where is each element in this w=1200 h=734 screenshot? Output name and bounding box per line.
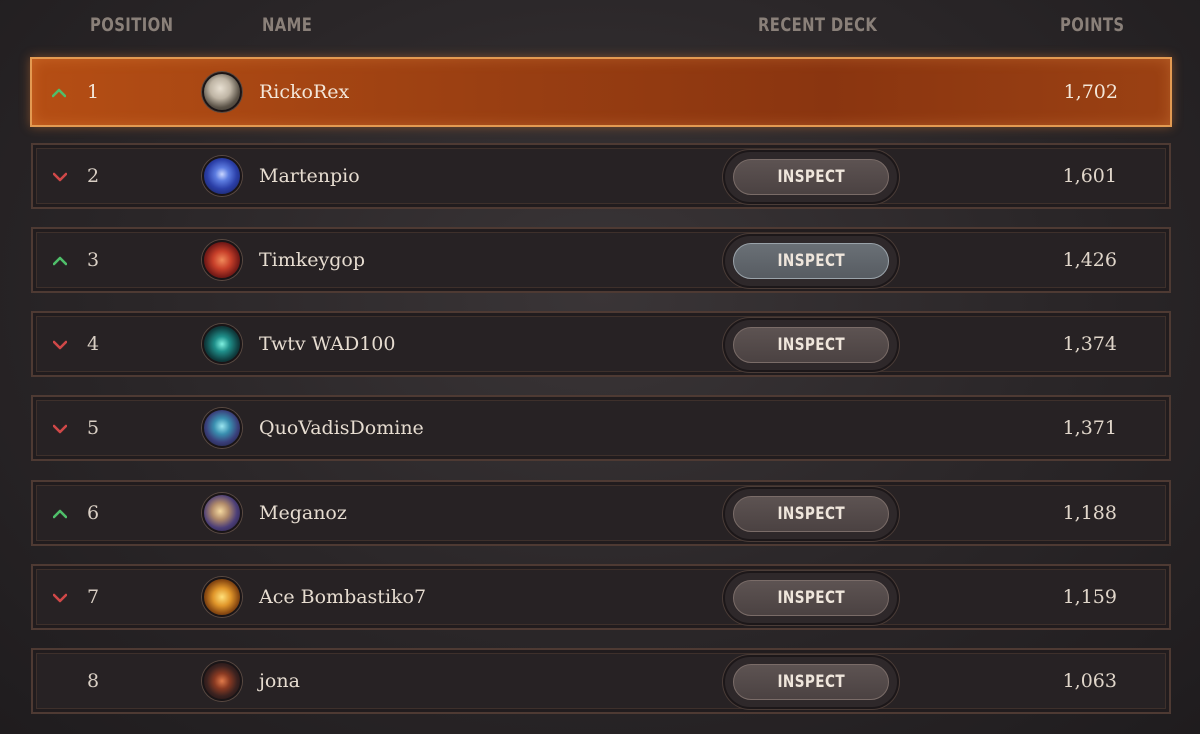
player-name: jona <box>259 670 300 692</box>
leaderboard-header: POSITION NAME RECENT DECK POINTS <box>0 0 1200 52</box>
player-points: 1,159 <box>1062 586 1117 608</box>
rank-down-icon <box>53 340 67 350</box>
teal-spirit-avatar <box>202 324 242 364</box>
inspect-label: INSPECT <box>777 251 845 271</box>
inspect-deck-button-face[interactable]: INSPECT <box>733 580 889 616</box>
leaderboard-row-3: 3 Timkeygop INSPECT 1,426 <box>31 227 1171 293</box>
leaderboard-row-7: 7 Ace Bombastiko7 INSPECT 1,159 <box>31 564 1171 630</box>
inspect-deck-button[interactable]: INSPECT <box>725 489 897 539</box>
rank-down-icon <box>53 593 67 603</box>
player-name: QuoVadisDomine <box>259 417 424 439</box>
inspect-deck-button[interactable]: INSPECT <box>725 657 897 707</box>
leaderboard-row-8: 8 jona INSPECT 1,063 <box>31 648 1171 714</box>
champion-avatar <box>202 493 242 533</box>
leaderboard-row-5: 5 QuoVadisDomine 1,371 <box>31 395 1171 461</box>
rank-up-icon <box>53 256 67 266</box>
player-points: 1,374 <box>1062 333 1117 355</box>
rank-up-icon <box>52 88 66 98</box>
column-header-position: POSITION <box>90 14 174 36</box>
inspect-label: INSPECT <box>777 504 845 524</box>
inspect-deck-button-face[interactable]: INSPECT <box>733 243 889 279</box>
dark-knight-avatar <box>202 661 242 701</box>
ziggs-avatar <box>202 577 242 617</box>
player-points: 1,601 <box>1062 165 1117 187</box>
inspect-label: INSPECT <box>777 672 845 692</box>
player-name: Ace Bombastiko7 <box>259 586 427 608</box>
leaderboard-row-2: 2 Martenpio INSPECT 1,601 <box>31 143 1171 209</box>
player-name: Twtv WAD100 <box>259 333 396 355</box>
inspect-label: INSPECT <box>777 588 845 608</box>
rank-down-icon <box>53 172 67 182</box>
dinosaur-avatar <box>202 72 242 112</box>
rank-position: 6 <box>87 502 100 524</box>
red-hair-avatar <box>202 240 242 280</box>
player-name: Martenpio <box>259 165 360 187</box>
inspect-deck-button[interactable]: INSPECT <box>725 236 897 286</box>
yordle-avatar <box>202 408 242 448</box>
leaderboard-row-6: 6 Meganoz INSPECT 1,188 <box>31 480 1171 546</box>
player-points: 1,188 <box>1062 502 1117 524</box>
rank-position: 2 <box>87 165 100 187</box>
inspect-deck-button[interactable]: INSPECT <box>725 152 897 202</box>
column-header-name: NAME <box>262 14 313 36</box>
inspect-deck-button-face[interactable]: INSPECT <box>733 159 889 195</box>
trophy-avatar <box>202 156 242 196</box>
player-name: Timkeygop <box>259 249 366 271</box>
inspect-deck-button-face[interactable]: INSPECT <box>733 496 889 532</box>
inspect-label: INSPECT <box>777 167 845 187</box>
leaderboard-row-1[interactable]: 1 RickoRex 1,702 <box>30 57 1172 127</box>
column-header-points: POINTS <box>1060 14 1125 36</box>
player-name: Meganoz <box>259 502 347 524</box>
rank-up-icon <box>53 509 67 519</box>
inspect-deck-button-face[interactable]: INSPECT <box>733 327 889 363</box>
player-points: 1,426 <box>1062 249 1117 271</box>
rank-position: 8 <box>87 670 100 692</box>
column-header-recent-deck: RECENT DECK <box>758 14 878 36</box>
inspect-deck-button[interactable]: INSPECT <box>725 573 897 623</box>
leaderboard-row-4: 4 Twtv WAD100 INSPECT 1,374 <box>31 311 1171 377</box>
rank-position: 7 <box>87 586 100 608</box>
player-points: 1,371 <box>1062 417 1117 439</box>
player-points: 1,063 <box>1062 670 1117 692</box>
rank-down-icon <box>53 424 67 434</box>
player-points: 1,702 <box>1063 81 1118 103</box>
rank-position: 3 <box>87 249 100 271</box>
rank-position: 5 <box>87 417 100 439</box>
player-name: RickoRex <box>259 81 350 103</box>
inspect-deck-button[interactable]: INSPECT <box>725 320 897 370</box>
inspect-deck-button-face[interactable]: INSPECT <box>733 664 889 700</box>
rank-position: 4 <box>87 333 100 355</box>
inspect-label: INSPECT <box>777 335 845 355</box>
rank-position: 1 <box>87 81 100 103</box>
